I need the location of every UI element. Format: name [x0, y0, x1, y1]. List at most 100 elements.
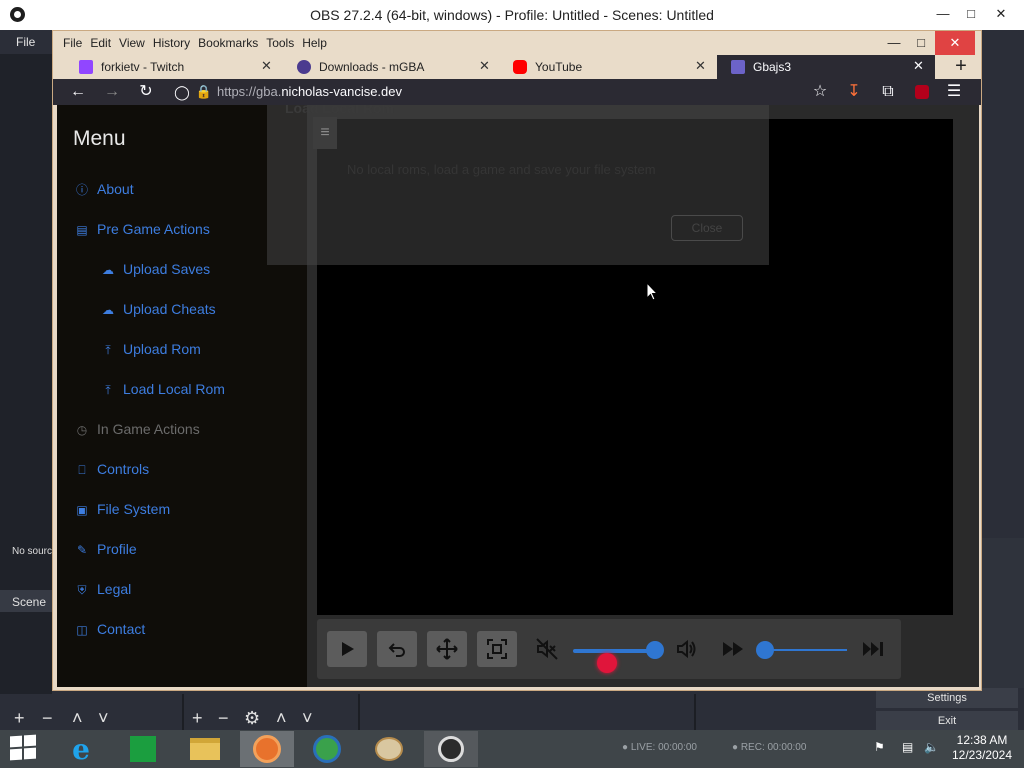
tab-close-icon[interactable]: ✕: [913, 58, 924, 74]
ublock-icon[interactable]: [911, 82, 933, 102]
extensions-icon[interactable]: ⧉: [877, 82, 899, 102]
taskbar-clock[interactable]: 12:38 AM 12/23/2024: [948, 733, 1016, 763]
taskbar-store[interactable]: [116, 731, 170, 767]
tray-network-icon[interactable]: ▤: [902, 740, 913, 754]
menu-item-in-game-actions[interactable]: ◷ In Game Actions: [75, 421, 200, 437]
taskbar-internet-explorer[interactable]: e: [54, 731, 108, 767]
menu-item-legal[interactable]: ⛨ Legal: [75, 581, 131, 598]
back-icon[interactable]: ←: [67, 82, 89, 102]
forward-icon[interactable]: →: [101, 82, 123, 102]
app-menu-icon[interactable]: ☰: [943, 82, 965, 102]
add-scene-icon[interactable]: +: [14, 708, 25, 728]
modal-message: No local roms, load a game and save your…: [347, 162, 656, 177]
ff-menu-file[interactable]: File: [63, 36, 82, 50]
cloud-upload-icon: ☁: [102, 263, 114, 277]
obs-close-button[interactable]: ✕: [986, 2, 1016, 26]
source-up-icon[interactable]: ˄: [276, 708, 287, 728]
tab-close-icon[interactable]: ✕: [261, 58, 272, 74]
ff-menu-help[interactable]: Help: [302, 36, 327, 50]
max-speed-button[interactable]: [853, 631, 893, 667]
reload-icon[interactable]: ↻: [135, 82, 157, 102]
fast-forward-button[interactable]: [713, 631, 753, 667]
menu-item-contact[interactable]: ◫ Contact: [75, 621, 145, 637]
menu-item-about[interactable]: ⓘ About: [75, 181, 134, 198]
fullscreen-button[interactable]: [477, 631, 517, 667]
obs-maximize-button[interactable]: □: [956, 2, 986, 26]
taskbar-internet-download-manager[interactable]: [300, 731, 354, 767]
move-down-icon[interactable]: ˅: [98, 708, 109, 728]
volume-max-button[interactable]: [667, 631, 707, 667]
ff-menu-tools[interactable]: Tools: [266, 36, 294, 50]
cloud-upload-icon: ☁: [102, 303, 114, 317]
chat-icon: ◫: [76, 623, 88, 637]
taskbar-firefox[interactable]: [240, 731, 294, 767]
menu-item-label: Contact: [97, 621, 146, 637]
navigation-toolbar: ← → ↻ ◯ 🔒 https://gba.nicholas-vancise.d…: [53, 79, 981, 105]
menu-item-profile[interactable]: ✎ Profile: [75, 541, 137, 557]
gbajs3-icon: [731, 60, 745, 74]
modal-close-button[interactable]: Close: [671, 215, 743, 241]
exit-button[interactable]: Exit: [876, 711, 1018, 730]
tab-label: Gbajs3: [753, 60, 792, 74]
bookmark-star-icon[interactable]: ☆: [809, 82, 831, 102]
ff-close-button[interactable]: ✕: [935, 31, 975, 55]
remove-source-icon[interactable]: −: [218, 708, 229, 728]
load-local-rom-modal: Load Local Rom No local roms, load a gam…: [267, 105, 769, 265]
windows-logo-icon: [24, 734, 36, 747]
menu-item-file-system[interactable]: ▣ File System: [75, 501, 170, 517]
obs-minimize-button[interactable]: —: [928, 2, 958, 26]
remove-scene-icon[interactable]: −: [42, 708, 53, 728]
menu-item-load-local-rom[interactable]: ⤒ Load Local Rom: [101, 381, 225, 398]
start-button[interactable]: [10, 734, 38, 762]
taskbar-obs[interactable]: [424, 731, 478, 767]
tray-volume-icon[interactable]: 🔈: [924, 740, 939, 754]
menu-item-label: Profile: [97, 541, 137, 557]
volume-high-icon: [677, 639, 696, 659]
ff-menu-history[interactable]: History: [153, 36, 190, 50]
volume-slider-handle[interactable]: [645, 641, 664, 659]
source-down-icon[interactable]: ˅: [302, 708, 313, 728]
obs-window-title: OBS 27.2.4 (64-bit, windows) - Profile: …: [310, 7, 714, 23]
ff-minimize-button[interactable]: —: [879, 31, 909, 55]
play-button[interactable]: [327, 631, 367, 667]
menu-item-upload-saves[interactable]: ☁ Upload Saves: [101, 261, 210, 277]
info-icon: ⓘ: [75, 183, 88, 197]
menu-item-pre-game-actions[interactable]: ▤ Pre Game Actions: [75, 221, 210, 237]
url-bar[interactable]: https://gba.nicholas-vancise.dev: [217, 84, 402, 99]
lock-icon[interactable]: 🔒: [193, 82, 215, 102]
restart-button[interactable]: [377, 631, 417, 667]
tab-youtube[interactable]: YouTube ✕: [513, 55, 709, 79]
menu-item-upload-rom[interactable]: ⤒ Upload Rom: [101, 341, 200, 358]
source-settings-icon[interactable]: ⚙: [244, 708, 260, 728]
ff-maximize-button[interactable]: □: [906, 31, 936, 55]
menu-item-upload-cheats[interactable]: ☁ Upload Cheats: [101, 301, 216, 317]
speed-slider-handle[interactable]: [756, 641, 775, 659]
add-source-icon[interactable]: +: [192, 708, 203, 728]
paint-palette-icon: [375, 737, 403, 761]
tab-close-icon[interactable]: ✕: [479, 58, 490, 74]
firefox-window: File Edit View History Bookmarks Tools H…: [52, 30, 982, 691]
menu-item-controls[interactable]: ⎕ Controls: [75, 461, 149, 478]
tab-gbajs3[interactable]: Gbajs3 ✕: [717, 55, 935, 79]
taskbar-paint[interactable]: [362, 731, 416, 767]
tab-twitch[interactable]: forkietv - Twitch ✕: [79, 55, 275, 79]
mute-button[interactable]: [527, 631, 567, 667]
downloads-icon[interactable]: ↧: [843, 82, 865, 102]
settings-button[interactable]: Settings: [876, 688, 1018, 708]
move-up-icon[interactable]: ˄: [72, 708, 83, 728]
tab-mgba[interactable]: Downloads - mGBA ✕: [297, 55, 493, 79]
shield-icon[interactable]: ◯: [171, 82, 193, 102]
emulator-controls: [317, 619, 901, 679]
obs-menu-file[interactable]: File: [16, 35, 35, 49]
ff-menu-view[interactable]: View: [119, 36, 145, 50]
move-layout-button[interactable]: [427, 631, 467, 667]
rec-status: ● REC: 00:00:00: [732, 742, 807, 753]
tray-flag-icon[interactable]: ⚑: [874, 740, 885, 754]
ff-menu-bookmarks[interactable]: Bookmarks: [198, 36, 258, 50]
tab-close-icon[interactable]: ✕: [695, 58, 706, 74]
mgba-icon: [297, 60, 311, 74]
taskbar-file-explorer[interactable]: [178, 731, 232, 767]
ff-menu-edit[interactable]: Edit: [90, 36, 111, 50]
gbajs3-page: Menu ⓘ About ▤ Pre Game Actions ☁ Upload Sa…: [57, 105, 979, 687]
new-tab-button[interactable]: +: [949, 55, 973, 79]
